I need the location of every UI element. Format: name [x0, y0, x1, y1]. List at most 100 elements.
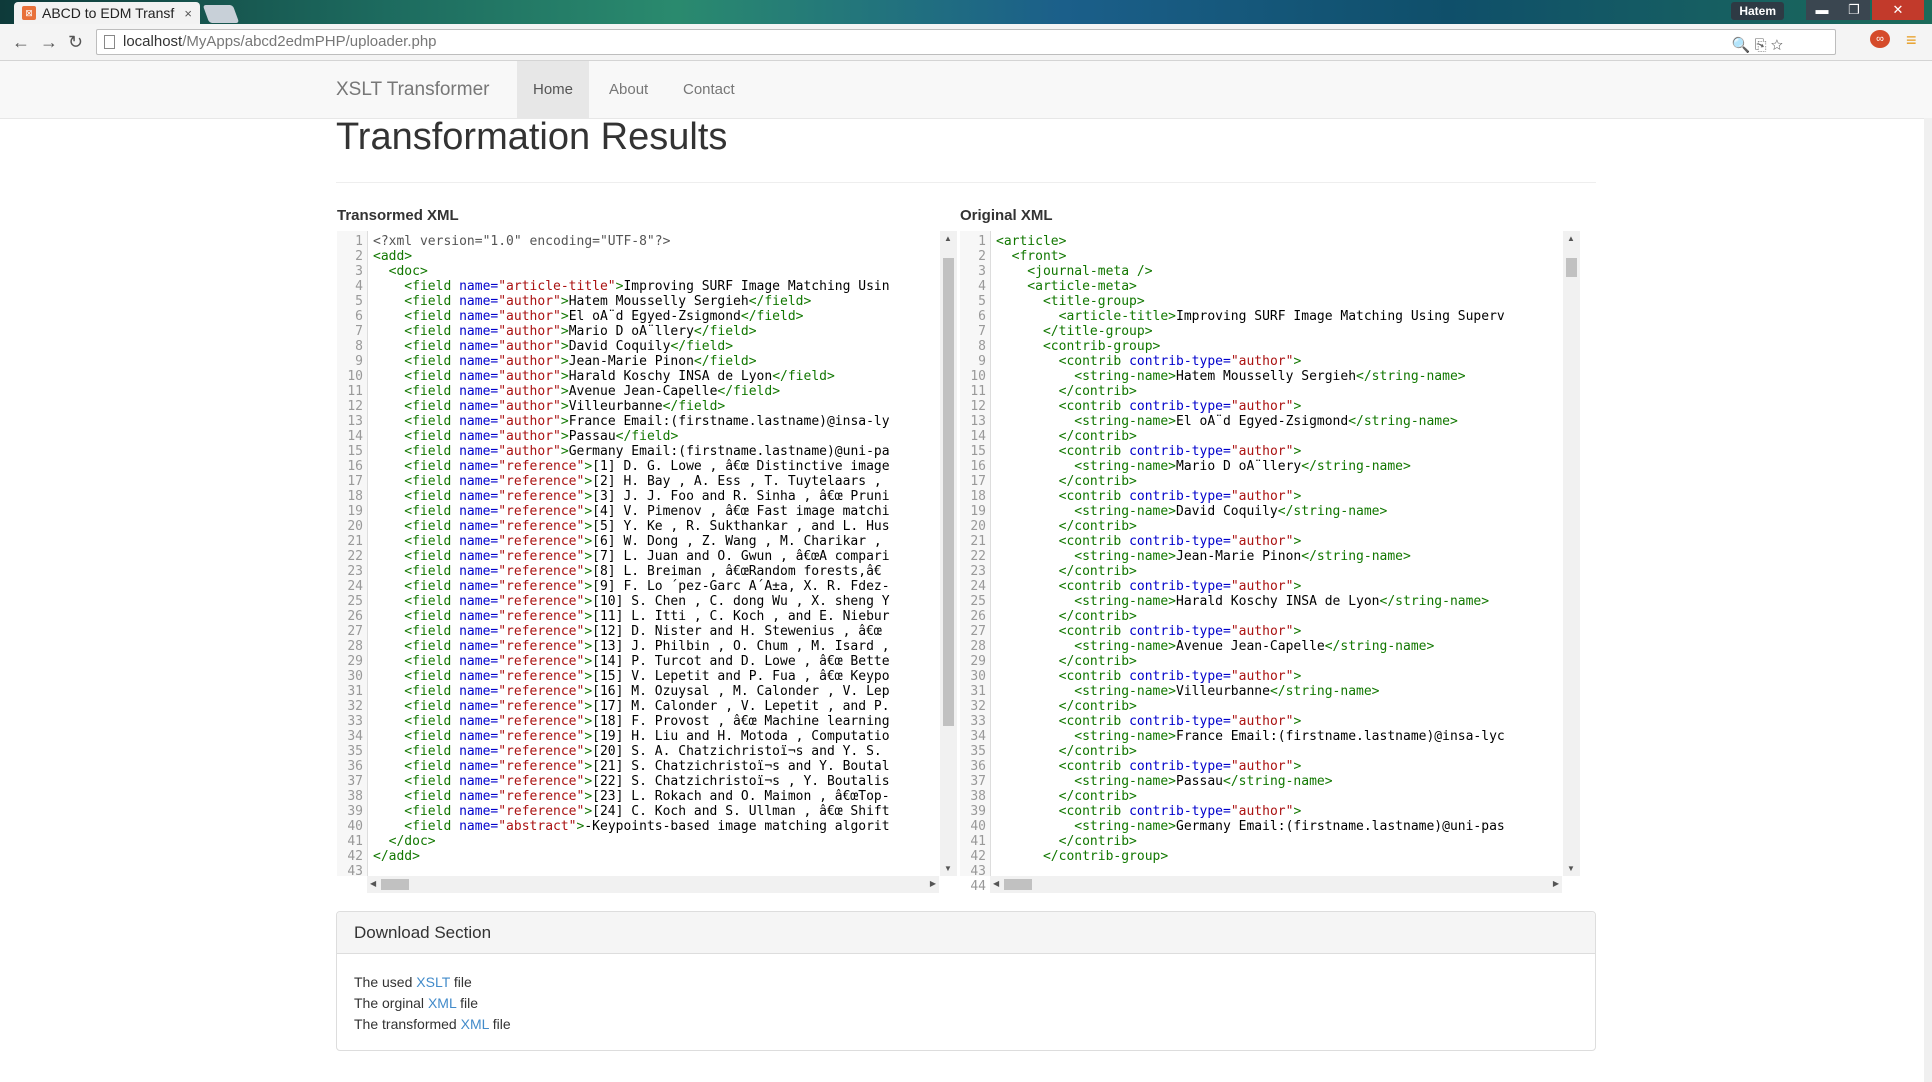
- code-token: <contrib: [996, 399, 1130, 414]
- line-number: 36: [347, 759, 363, 774]
- code-token: >: [560, 399, 569, 414]
- code-token: <field: [373, 729, 460, 744]
- browser-menu-icon[interactable]: ≡: [1906, 30, 1922, 51]
- page-scrollbar[interactable]: [1924, 118, 1932, 1082]
- back-arrow-icon[interactable]: ←: [12, 32, 30, 53]
- scroll-up-icon[interactable]: ▲: [944, 234, 952, 243]
- line-text: <string-name>Avenue Jean-Capelle</string…: [986, 639, 1434, 654]
- code-line: 4 <field name="article-title">Improving …: [337, 279, 939, 294]
- code-token: Passau: [1176, 774, 1223, 789]
- line-number: 3: [355, 264, 363, 279]
- scroll-up-icon[interactable]: ▲: [1567, 234, 1575, 243]
- code-token: name=: [459, 444, 499, 459]
- scroll-down-icon[interactable]: ▼: [944, 864, 952, 873]
- original-xml-download-link[interactable]: XML: [428, 995, 456, 1011]
- line-number: 22: [970, 549, 986, 564]
- scroll-right-icon[interactable]: ▶: [1553, 879, 1559, 888]
- code-token: >: [560, 339, 569, 354]
- transformed-xml-download-link[interactable]: XML: [461, 1016, 489, 1032]
- code-token: </contrib>: [996, 699, 1137, 714]
- code-line: 21 <contrib contrib-type="author">: [960, 534, 1562, 549]
- code-token: </field>: [748, 294, 812, 309]
- line-number: 24: [970, 579, 986, 594]
- horizontal-scrollbar[interactable]: ◀ ▶: [990, 876, 1562, 893]
- scroll-down-icon[interactable]: ▼: [1567, 864, 1575, 873]
- code-token: >: [584, 699, 593, 714]
- line-number: 7: [355, 324, 363, 339]
- scroll-thumb[interactable]: [943, 258, 954, 726]
- code-area[interactable]: 1 <article> 2 <front> 3 <journal-meta /> 4 <…: [960, 234, 1562, 893]
- code-line: 36 <contrib contrib-type="author">: [960, 759, 1562, 774]
- code-token: contrib-type=: [1129, 804, 1231, 819]
- code-line: 6 <field name="author">El oÃ¨d Egyed-Zsi…: [337, 309, 939, 324]
- code-token: "author": [1230, 624, 1294, 639]
- line-text: <string-name>France Email:(firstname.las…: [986, 729, 1504, 744]
- scroll-thumb[interactable]: [1566, 258, 1577, 277]
- original-xml-editor[interactable]: 1 <article> 2 <front> 3 <journal-meta /> 4 <…: [960, 231, 1580, 893]
- scroll-right-icon[interactable]: ▶: [930, 879, 936, 888]
- window-close-button[interactable]: ✕: [1872, 0, 1924, 20]
- code-token: <field: [373, 564, 460, 579]
- scroll-left-icon[interactable]: ◀: [993, 879, 999, 888]
- window-titlebar: ⊠ ABCD to EDM Transf × Hatem ▬ ❐ ✕: [0, 0, 1932, 24]
- scroll-thumb[interactable]: [381, 879, 409, 890]
- code-line: 31 <field name="reference">[16] M. Ozuys…: [337, 684, 939, 699]
- code-area[interactable]: 1 <?xml version="1.0" encoding="UTF-8"?> 2…: [337, 234, 939, 879]
- line-number: 11: [347, 384, 363, 399]
- code-token: >: [584, 624, 593, 639]
- code-line: 22 <field name="reference">[7] L. Juan a…: [337, 549, 939, 564]
- nav-about[interactable]: About: [593, 61, 664, 118]
- transformed-xml-editor[interactable]: 1 <?xml version="1.0" encoding="UTF-8"?> 2…: [337, 231, 957, 893]
- code-token: </field>: [717, 384, 781, 399]
- nav-contact[interactable]: Contact: [667, 61, 751, 118]
- line-number: 19: [347, 504, 363, 519]
- code-token: <field: [373, 519, 460, 534]
- vertical-scrollbar[interactable]: ▲ ▼: [1563, 231, 1580, 876]
- download-row-transformed: The transformed XML file: [354, 1014, 1578, 1035]
- code-token: "reference": [498, 639, 585, 654]
- code-token: [21] S. Chatzichristoï¬s and Y. Boutal: [592, 759, 890, 774]
- line-text: <field name="reference">[3] J. J. Foo an…: [363, 489, 889, 504]
- forward-arrow-icon[interactable]: →: [40, 32, 58, 53]
- code-token: <?xml version="1.0" encoding="UTF-8"?>: [373, 234, 671, 249]
- omnibox-icons[interactable]: 🔍 ⎘ ☆: [1732, 34, 1783, 58]
- code-token: <contrib: [996, 579, 1130, 594]
- code-token: <string-name>: [996, 819, 1177, 834]
- code-token: name=: [459, 669, 499, 684]
- line-text: </contrib-group>: [986, 849, 1168, 864]
- line-text: </contrib>: [986, 474, 1137, 489]
- navbar-brand[interactable]: XSLT Transformer: [336, 79, 489, 101]
- address-bar[interactable]: localhost/MyApps/abcd2edmPHP/uploader.ph…: [96, 29, 1836, 55]
- nav-home[interactable]: Home: [517, 61, 590, 118]
- line-text: <field name="reference">[12] D. Nister a…: [363, 624, 881, 639]
- code-line: 12 <contrib contrib-type="author">: [960, 399, 1562, 414]
- code-line: 5 <field name="author">Hatem Mousselly S…: [337, 294, 939, 309]
- code-token: "reference": [498, 504, 585, 519]
- minimize-button[interactable]: ▬: [1806, 0, 1838, 20]
- xslt-download-link[interactable]: XSLT: [416, 974, 450, 990]
- code-token: El oÃ¨d Egyed-Zsigmond: [1176, 414, 1349, 429]
- code-token: [23] L. Rokach and O. Maimon , â€œTop-: [592, 789, 890, 804]
- scroll-thumb[interactable]: [1004, 879, 1032, 890]
- line-number: 17: [347, 474, 363, 489]
- code-line: 15 <contrib contrib-type="author">: [960, 444, 1562, 459]
- code-token: >: [584, 459, 593, 474]
- reload-icon[interactable]: ↻: [68, 32, 83, 53]
- browser-tab[interactable]: ⊠ ABCD to EDM Transf ×: [14, 2, 200, 24]
- scroll-left-icon[interactable]: ◀: [370, 879, 376, 888]
- scroll-corner: [939, 876, 957, 893]
- vertical-scrollbar[interactable]: ▲ ▼: [940, 231, 957, 876]
- code-token: >: [1293, 759, 1302, 774]
- code-token: Avenue Jean-Capelle: [568, 384, 718, 399]
- line-text: <contrib-group>: [986, 339, 1160, 354]
- profile-badge[interactable]: Hatem: [1731, 2, 1784, 20]
- new-tab-button[interactable]: [202, 5, 240, 23]
- tab-close-icon[interactable]: ×: [184, 6, 192, 21]
- line-text: <field name="reference">[13] J. Philbin …: [363, 639, 889, 654]
- horizontal-scrollbar[interactable]: ◀ ▶: [367, 876, 939, 893]
- code-token: </string-name>: [1301, 459, 1411, 474]
- code-token: Jean-Marie Pinon: [568, 354, 694, 369]
- extension-icon[interactable]: ∞: [1870, 30, 1890, 48]
- maximize-button[interactable]: ❐: [1838, 0, 1870, 20]
- line-text: <field name="author">Avenue Jean-Capelle…: [363, 384, 780, 399]
